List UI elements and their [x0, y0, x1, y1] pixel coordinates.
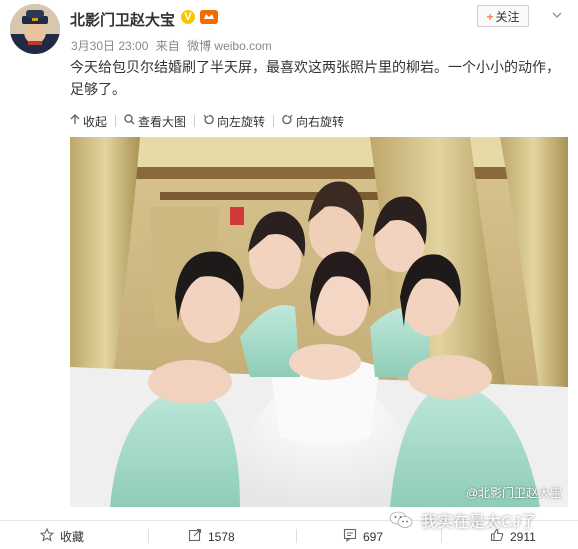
divider	[115, 115, 117, 127]
divider	[296, 529, 297, 543]
repost-count: 1578	[208, 529, 235, 544]
divider	[148, 529, 149, 543]
rotate-left-label: 向左旋转	[217, 114, 266, 129]
favorite-button[interactable]: 收藏	[39, 527, 85, 545]
favorite-label: 收藏	[60, 530, 85, 544]
comment-button[interactable]: 697	[343, 528, 383, 545]
repost-button[interactable]: 1578	[188, 528, 235, 545]
source-prefix: 来自	[155, 39, 180, 53]
divider	[273, 115, 275, 127]
rotate-left-icon	[203, 114, 214, 128]
repost-icon	[188, 528, 202, 545]
post-date[interactable]: 3月30日 23:00	[71, 39, 148, 53]
overlay-watermark-text: 我实在是太CJ了	[421, 514, 537, 531]
rotate-right-button[interactable]: 向右旋转	[282, 113, 344, 130]
rotate-left-button[interactable]: 向左旋转	[203, 113, 265, 130]
arrow-up-icon	[70, 114, 80, 128]
plus-icon: +	[486, 10, 494, 24]
follow-button[interactable]: + 关注	[477, 5, 529, 27]
star-icon	[39, 527, 55, 545]
photo-watermark: @北影门卫赵大宝	[465, 486, 562, 500]
post-photo[interactable]: @北影门卫赵大宝	[70, 137, 568, 507]
view-large-image-button[interactable]: 查看大图	[124, 113, 186, 130]
rotate-right-icon	[282, 114, 293, 128]
post-source[interactable]: 微博 weibo.com	[187, 39, 272, 53]
weibo-post-card: 北影门卫赵大宝 V + 关注 3月30日 23:00 来自 微博 weibo.co…	[0, 0, 578, 520]
rotate-right-label: 向右旋转	[296, 114, 345, 129]
image-action-bar: 收起 查看大图 向左旋转 向右旋转	[70, 113, 352, 129]
overlay-watermark: 我实在是太CJ了	[389, 508, 537, 532]
follow-label: 关注	[495, 10, 520, 24]
vip-badge-icon	[200, 10, 218, 24]
search-icon	[124, 114, 135, 128]
divider	[194, 115, 196, 127]
username[interactable]: 北影门卫赵大宝	[70, 9, 175, 30]
wedding-photo-illustration	[70, 137, 568, 507]
comment-icon	[343, 528, 357, 545]
view-large-label: 查看大图	[138, 114, 187, 129]
post-text: 今天给包贝尔结婚刷了半天屏，最喜欢这两张照片里的柳岩。一个小小的动作，足够了。	[70, 59, 560, 97]
avatar[interactable]	[10, 4, 60, 54]
post-meta: 3月30日 23:00 来自 微博 weibo.com	[71, 37, 276, 54]
comment-count: 697	[363, 529, 384, 544]
verified-badge-icon: V	[181, 10, 195, 24]
chevron-down-icon[interactable]	[552, 10, 562, 20]
wechat-icon	[389, 511, 413, 529]
collapse-label: 收起	[83, 114, 108, 129]
collapse-image-button[interactable]: 收起	[70, 113, 107, 130]
